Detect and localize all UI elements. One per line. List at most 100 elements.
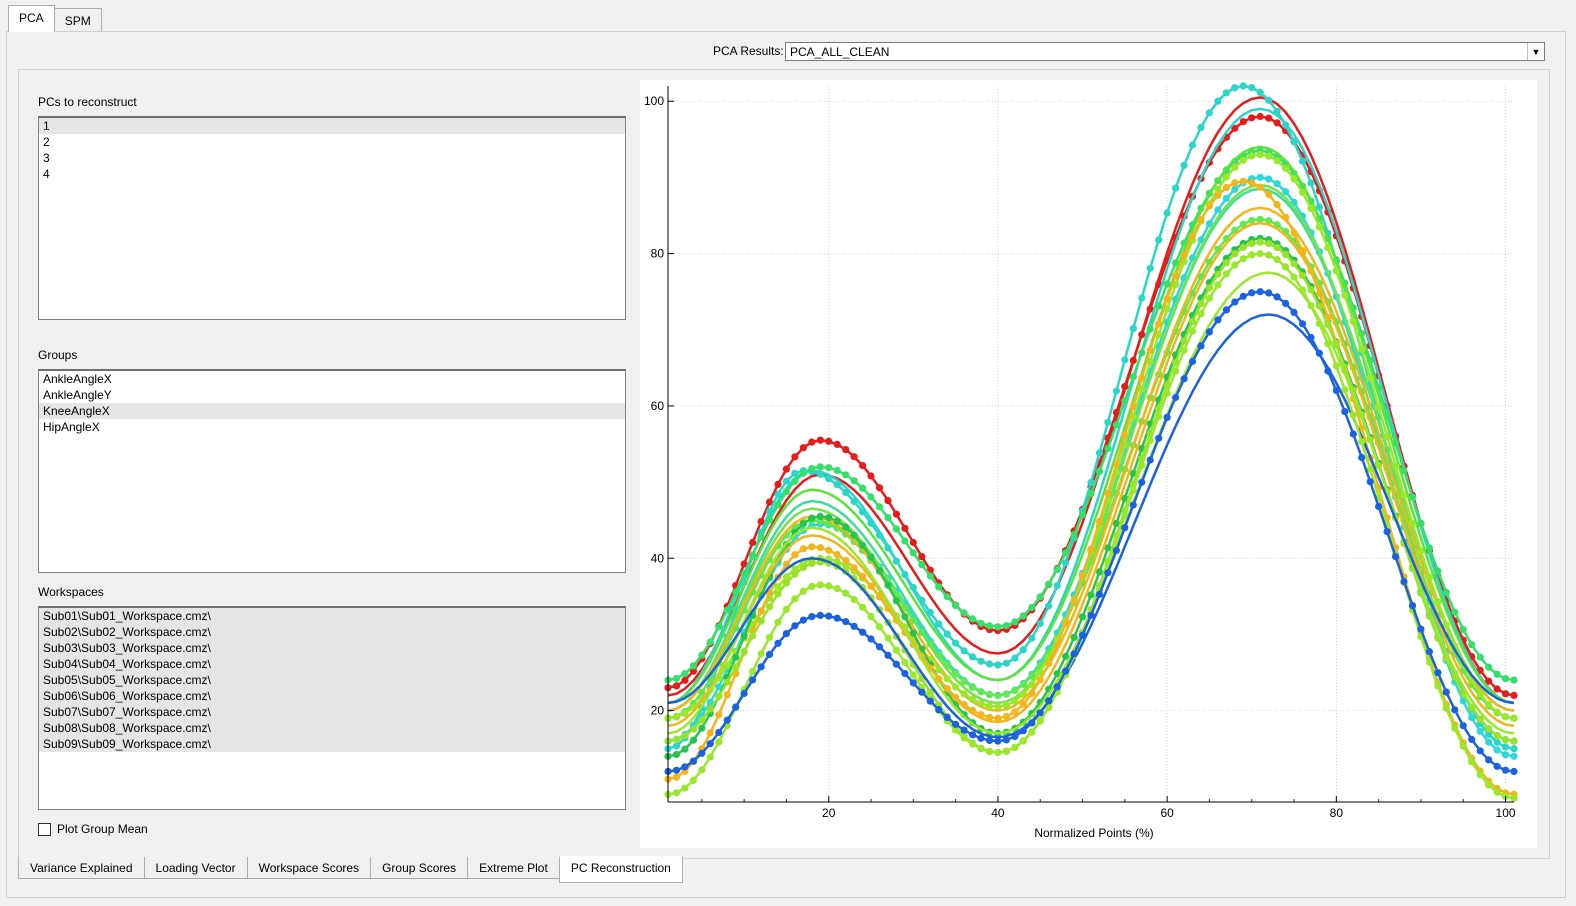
series-point [850, 477, 858, 485]
list-item[interactable]: AnkleAngleY [39, 387, 625, 403]
list-item[interactable]: Sub05\Sub05_Workspace.cmz\ [39, 672, 625, 688]
series-point [681, 670, 689, 678]
series-point [1324, 367, 1332, 375]
series-point [749, 676, 757, 684]
tab-extreme-plot[interactable]: Extreme Plot [467, 857, 560, 879]
tab-workspace-scores[interactable]: Workspace Scores [246, 857, 372, 879]
list-item[interactable]: 3 [39, 150, 625, 166]
reconstruction-chart[interactable]: 20 40 60 80 100 20 40 60 80 100 Normalized Points… [640, 80, 1537, 848]
series-point [1155, 320, 1163, 328]
series-point [808, 543, 816, 551]
series-point [1282, 299, 1290, 307]
list-item[interactable]: Sub06\Sub06_Workspace.cmz\ [39, 688, 625, 704]
series-point [1146, 346, 1154, 354]
series-point [1417, 547, 1425, 555]
series-point [994, 703, 1002, 711]
series-point [1222, 89, 1230, 97]
list-item[interactable]: 1 [39, 118, 625, 134]
series-point [1045, 602, 1053, 610]
list-item[interactable]: AnkleAngleX [39, 371, 625, 387]
series-point [1425, 573, 1433, 581]
series-point [926, 697, 934, 705]
series-point [1180, 346, 1188, 354]
list-item[interactable]: Sub08\Sub08_Workspace.cmz\ [39, 720, 625, 736]
series-point [765, 603, 774, 611]
series-point [1036, 676, 1044, 684]
groups-listbox[interactable]: AnkleAngleX AnkleAngleY KneeAngleX HipAn… [38, 369, 626, 573]
series-point [1510, 737, 1518, 745]
list-item[interactable]: Sub04\Sub04_Workspace.cmz\ [39, 656, 625, 672]
series-point [1138, 349, 1146, 357]
workspaces-listbox[interactable]: Sub01\Sub01_Workspace.cmz\ Sub02\Sub02_W… [38, 606, 626, 810]
plot-panel: 20 40 60 80 100 20 40 60 80 100 Normalized Points… [640, 80, 1537, 848]
series-point [689, 757, 697, 765]
series-point [715, 728, 723, 737]
pcs-listbox[interactable]: 1 2 3 4 [38, 116, 626, 320]
series-point [825, 437, 833, 445]
tab-pc-reconstruction[interactable]: PC Reconstruction [558, 856, 683, 883]
series-point [867, 553, 875, 561]
series-point [1197, 342, 1205, 350]
list-item[interactable]: HipAngleX [39, 419, 625, 435]
series-point [740, 632, 748, 640]
tab-variance-explained[interactable]: Variance Explained [18, 857, 145, 879]
list-item[interactable]: 4 [39, 166, 625, 182]
plot-group-mean-checkbox[interactable] [38, 822, 51, 836]
list-item[interactable]: Sub01\Sub01_Workspace.cmz\ [39, 608, 625, 624]
pca-results-dropdown[interactable]: PCA_ALL_CLEAN ▼ [785, 42, 1545, 61]
series-point [1112, 421, 1120, 429]
workspaces-label: Workspaces [38, 585, 104, 599]
plot-group-mean-toggle[interactable]: Plot Group Mean [38, 822, 148, 836]
series-point [1273, 119, 1281, 127]
series-point [1468, 735, 1476, 744]
list-item[interactable]: Sub02\Sub02_Workspace.cmz\ [39, 624, 625, 640]
series-point [994, 748, 1002, 757]
series-point [1501, 751, 1510, 759]
series-point [875, 484, 884, 492]
series-point [1510, 767, 1518, 776]
list-item[interactable]: Sub09\Sub09_Workspace.cmz\ [39, 736, 625, 752]
tab-spm[interactable]: SPM [53, 8, 102, 32]
series-point [715, 692, 723, 700]
series-point [1265, 96, 1273, 104]
tab-loading-vector[interactable]: Loading Vector [143, 857, 248, 879]
series-point [1248, 239, 1256, 248]
series-point [850, 564, 858, 572]
series-point [859, 484, 867, 492]
series-point [985, 702, 994, 710]
series-point [1011, 743, 1019, 752]
series-point [960, 726, 968, 734]
series-point [672, 713, 681, 721]
series-point [969, 653, 977, 661]
list-item[interactable]: Sub07\Sub07_Workspace.cmz\ [39, 704, 625, 720]
chevron-down-icon[interactable]: ▼ [1527, 43, 1544, 60]
list-item[interactable]: 2 [39, 134, 625, 150]
series-point [1434, 567, 1442, 575]
series-point [1315, 203, 1323, 211]
series-point [1112, 387, 1120, 395]
series-point [1045, 697, 1053, 705]
list-item[interactable]: KneeAngleX [39, 403, 625, 419]
series-point [1256, 151, 1264, 159]
series-point [1501, 766, 1510, 774]
series-point [1366, 478, 1374, 486]
series-point [1349, 318, 1357, 326]
series-point [1028, 689, 1036, 698]
list-item[interactable]: Sub03\Sub03_Workspace.cmz\ [39, 640, 625, 656]
series-point [1298, 157, 1307, 165]
series-point [901, 658, 909, 667]
series-point [884, 497, 892, 505]
series-point [1256, 250, 1264, 258]
series-point [1028, 728, 1036, 736]
series-point [1095, 517, 1104, 526]
series-point [1112, 460, 1120, 468]
series-point [1501, 713, 1510, 721]
series-point [732, 653, 740, 661]
series-point [1172, 184, 1180, 192]
series-point [1028, 603, 1036, 612]
series-point [1375, 502, 1383, 511]
series-point [1172, 272, 1180, 280]
tab-pca[interactable]: PCA [8, 5, 55, 32]
series-point [1138, 478, 1146, 486]
tab-group-scores[interactable]: Group Scores [370, 857, 469, 879]
